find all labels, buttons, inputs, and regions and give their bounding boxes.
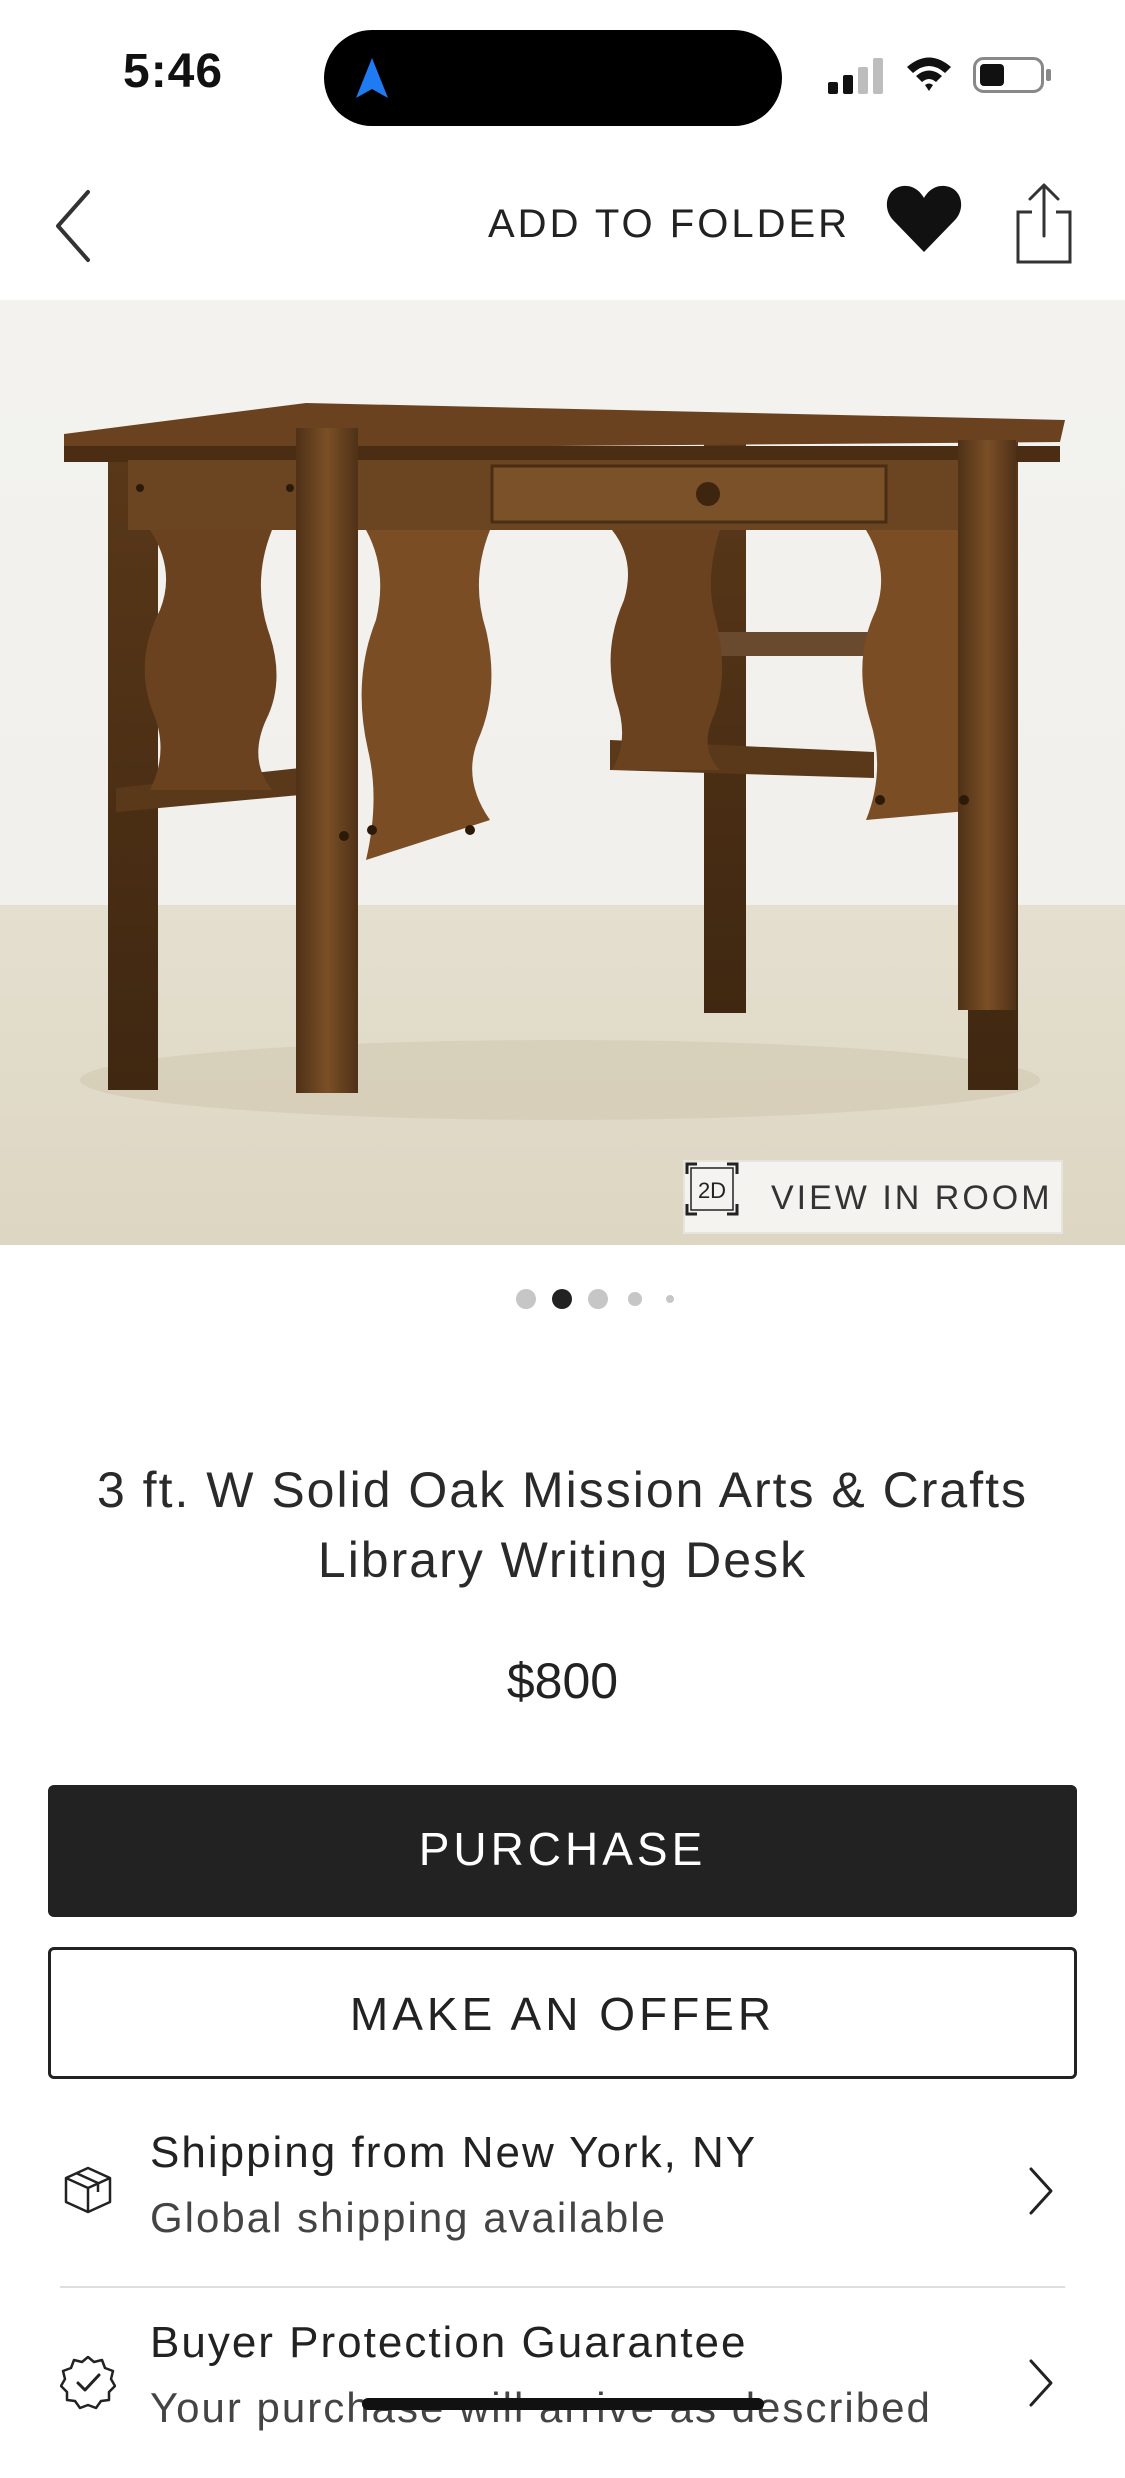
product-photo-desk bbox=[64, 403, 1065, 1120]
shipping-subtitle: Global shipping available bbox=[150, 2194, 667, 2241]
shipping-title: Shipping from New York, NY bbox=[150, 2128, 758, 2177]
share-icon[interactable] bbox=[1012, 182, 1076, 266]
view-in-room-label: VIEW IN ROOM bbox=[771, 1179, 1053, 1217]
wifi-icon bbox=[907, 57, 951, 91]
home-indicator[interactable] bbox=[362, 2398, 764, 2410]
chevron-right-icon bbox=[1029, 2167, 1053, 2215]
battery-icon bbox=[973, 57, 1051, 93]
cellular-signal-icon bbox=[828, 58, 883, 94]
pagination-dot[interactable] bbox=[588, 1289, 608, 1309]
ar-frame-icon: 2D bbox=[685, 1162, 739, 1216]
pagination-dot-active[interactable] bbox=[552, 1289, 572, 1309]
shipping-info-row[interactable]: Shipping from New York, NY Global shippi… bbox=[0, 2110, 1125, 2290]
package-icon bbox=[64, 2166, 112, 2214]
add-to-folder-button[interactable]: ADD TO FOLDER bbox=[488, 202, 850, 247]
pagination-dot[interactable] bbox=[516, 1289, 536, 1309]
pagination-dot[interactable] bbox=[666, 1295, 674, 1303]
location-arrow-icon bbox=[356, 58, 388, 98]
product-image-carousel[interactable]: 2D VIEW IN ROOM bbox=[0, 300, 1125, 1245]
pagination-dot[interactable] bbox=[628, 1292, 642, 1306]
verified-badge-icon bbox=[60, 2355, 116, 2410]
top-nav-bar: ADD TO FOLDER bbox=[0, 160, 1125, 300]
heart-icon[interactable] bbox=[884, 178, 964, 258]
buyer-protection-title: Buyer Protection Guarantee bbox=[150, 2318, 748, 2367]
buyer-protection-row[interactable]: Buyer Protection Guarantee Your purchase… bbox=[0, 2298, 1125, 2478]
make-offer-button[interactable]: MAKE AN OFFER bbox=[48, 1947, 1077, 2079]
view-in-room-badge: 2D bbox=[698, 1178, 726, 1203]
chevron-right-icon bbox=[1029, 2359, 1053, 2407]
product-title: 3 ft. W Solid Oak Mission Arts & Crafts … bbox=[96, 1462, 1028, 1588]
divider bbox=[60, 2286, 1065, 2288]
chevron-left-icon[interactable] bbox=[50, 186, 94, 266]
view-in-room-button[interactable]: 2D VIEW IN ROOM bbox=[683, 1160, 1063, 1234]
status-bar: 5:46 bbox=[0, 0, 1125, 150]
dynamic-island bbox=[324, 30, 782, 126]
status-time: 5:46 bbox=[123, 45, 224, 98]
purchase-button[interactable]: PURCHASE bbox=[48, 1785, 1077, 1917]
product-price: $800 bbox=[506, 1653, 619, 1709]
carousel-pagination bbox=[0, 1284, 1125, 1314]
